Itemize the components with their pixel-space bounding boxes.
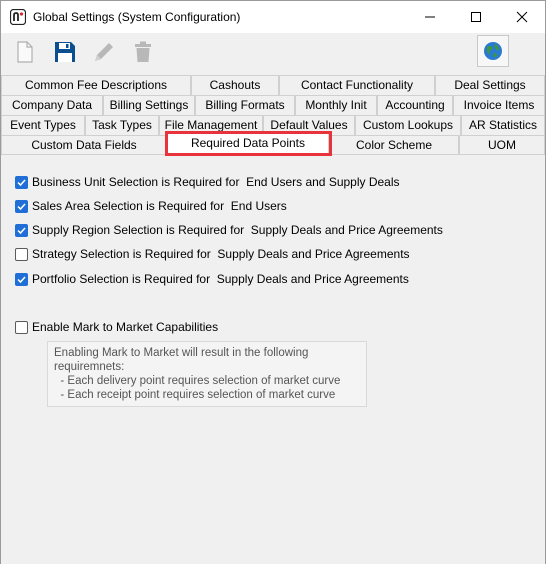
tab-billing-formats[interactable]: Billing Formats xyxy=(195,95,295,115)
tab-monthly-init[interactable]: Monthly Init xyxy=(295,95,377,115)
edit-button[interactable] xyxy=(90,38,118,66)
pencil-icon xyxy=(95,43,113,61)
note-line: - Each receipt point requires selection … xyxy=(54,389,336,401)
maximize-icon xyxy=(471,12,481,22)
checkmark-icon xyxy=(17,226,26,234)
note-line: requiremnets: xyxy=(54,361,125,373)
sales-area-label: Sales Area Selection is Required for End… xyxy=(32,199,287,213)
new-document-icon xyxy=(17,41,33,63)
business-unit-checkbox[interactable] xyxy=(15,175,28,189)
supply-region-label: Supply Region Selection is Required for … xyxy=(32,223,443,237)
new-button[interactable] xyxy=(11,38,39,66)
mark-to-market-label: Enable Mark to Market Capabilities xyxy=(32,320,219,334)
mark-to-market-note: Enabling Mark to Market will result in t… xyxy=(47,341,367,407)
supply-region-checkbox[interactable] xyxy=(15,223,28,237)
note-line: - Each delivery point requires selection… xyxy=(54,375,341,387)
minimize-button[interactable] xyxy=(407,1,453,33)
app-logo-icon xyxy=(9,8,27,26)
tab-uom[interactable]: UOM xyxy=(459,135,545,155)
save-icon xyxy=(55,42,75,62)
mark-to-market-checkbox[interactable] xyxy=(15,320,28,334)
sales-area-required-option[interactable]: Sales Area Selection is Required for End… xyxy=(15,198,287,214)
tab-required-data-points[interactable]: Required Data Points xyxy=(167,133,329,155)
tab-deal-settings[interactable]: Deal Settings xyxy=(435,75,545,95)
tab-color-scheme[interactable]: Color Scheme xyxy=(329,135,459,155)
portfolio-required-option[interactable]: Portfolio Selection is Required for Supp… xyxy=(15,271,409,287)
tab-contact-functionality[interactable]: Contact Functionality xyxy=(279,75,435,95)
tab-event-types[interactable]: Event Types xyxy=(1,115,85,135)
tab-task-types[interactable]: Task Types xyxy=(85,115,159,135)
note-line: Enabling Mark to Market will result in t… xyxy=(54,347,309,359)
mark-to-market-option[interactable]: Enable Mark to Market Capabilities xyxy=(15,319,218,335)
strategy-checkbox[interactable] xyxy=(15,247,28,261)
tab-custom-lookups[interactable]: Custom Lookups xyxy=(355,115,461,135)
tab-billing-settings[interactable]: Billing Settings xyxy=(103,95,195,115)
trash-icon xyxy=(135,41,151,62)
maximize-button[interactable] xyxy=(453,1,499,33)
tab-accounting[interactable]: Accounting xyxy=(377,95,453,115)
tab-ar-statistics[interactable]: AR Statistics xyxy=(461,115,545,135)
checkmark-icon xyxy=(17,178,26,186)
tab-cashouts[interactable]: Cashouts xyxy=(191,75,279,95)
business-unit-label: Business Unit Selection is Required for … xyxy=(32,175,400,189)
tab-company-data[interactable]: Company Data xyxy=(1,95,103,115)
delete-button[interactable] xyxy=(129,38,157,66)
tab-default-values[interactable]: Default Values xyxy=(263,115,355,135)
supply-region-required-option[interactable]: Supply Region Selection is Required for … xyxy=(15,222,443,238)
strategy-required-option[interactable]: Strategy Selection is Required for Suppl… xyxy=(15,246,410,262)
title-bar: Global Settings (System Configuration) xyxy=(1,1,545,33)
business-unit-required-option[interactable]: Business Unit Selection is Required for … xyxy=(15,174,400,190)
portfolio-label: Portfolio Selection is Required for Supp… xyxy=(32,272,409,286)
tab-common-fee-descriptions[interactable]: Common Fee Descriptions xyxy=(1,75,191,95)
settings-window: Global Settings (System Configuration) C… xyxy=(0,0,546,564)
globe-icon xyxy=(484,42,502,60)
checkmark-icon xyxy=(17,275,26,283)
minimize-icon xyxy=(425,16,435,18)
tab-custom-data-fields[interactable]: Custom Data Fields xyxy=(1,135,167,155)
checkmark-icon xyxy=(17,202,26,210)
globe-button[interactable] xyxy=(477,35,509,67)
portfolio-checkbox[interactable] xyxy=(15,272,28,286)
required-data-points-panel: Business Unit Selection is Required for … xyxy=(1,154,545,564)
window-title: Global Settings (System Configuration) xyxy=(33,10,241,24)
close-icon xyxy=(516,11,528,23)
tab-invoice-items[interactable]: Invoice Items xyxy=(453,95,545,115)
toolbar xyxy=(1,33,545,71)
close-button[interactable] xyxy=(499,1,545,33)
sales-area-checkbox[interactable] xyxy=(15,199,28,213)
strategy-label: Strategy Selection is Required for Suppl… xyxy=(32,247,410,261)
tab-file-management[interactable]: File Management xyxy=(159,115,263,135)
save-button[interactable] xyxy=(51,38,79,66)
